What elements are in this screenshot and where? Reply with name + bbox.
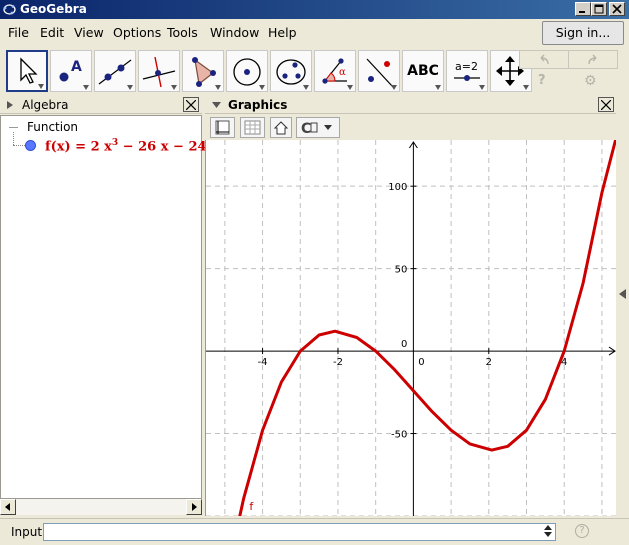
- move-tool-button[interactable]: [6, 50, 48, 92]
- grid-icon: [244, 120, 261, 135]
- y-tick-label: 100: [388, 182, 407, 193]
- conic-tool-button[interactable]: [270, 50, 312, 92]
- close-algebra-button[interactable]: [183, 97, 199, 112]
- tree-collapse-icon[interactable]: [9, 127, 18, 128]
- slider-tool-button[interactable]: a=2: [446, 50, 488, 92]
- function-f-label: f: [249, 500, 254, 513]
- reflect-tool-button[interactable]: [358, 50, 400, 92]
- y-tick-label: 0: [401, 339, 407, 350]
- circle-tool-button[interactable]: [226, 50, 268, 92]
- svg-text:α: α: [339, 67, 346, 78]
- algebra-header: Algebra: [0, 96, 202, 114]
- algebra-view: Function f(x) = 2 x3 − 26 x − 24: [0, 115, 207, 499]
- svg-text:C: C: [301, 121, 311, 137]
- toggle-grid-button[interactable]: [240, 117, 265, 138]
- svg-text:a=2: a=2: [455, 60, 478, 73]
- x-tick-label: -2: [333, 357, 343, 368]
- input-help-icon[interactable]: ?: [575, 524, 589, 538]
- menu-window[interactable]: Window: [210, 25, 259, 40]
- y-tick-label: -50: [391, 430, 407, 441]
- point-capturing-dropdown[interactable]: C: [296, 117, 340, 138]
- point-capture-icon: C: [301, 121, 332, 137]
- algebra-horizontal-scrollbar[interactable]: [0, 499, 202, 516]
- close-graphics-button[interactable]: [598, 97, 614, 112]
- input-bar: Input: ?: [0, 518, 629, 545]
- menu-tools[interactable]: Tools: [167, 25, 198, 40]
- minimize-icon: [579, 11, 585, 13]
- svg-text:A: A: [71, 59, 82, 75]
- scroll-right-button[interactable]: [186, 499, 202, 515]
- text-tool-button[interactable]: ABC: [402, 50, 444, 92]
- maximize-icon: [594, 4, 604, 14]
- expand-arrow-icon[interactable]: [212, 102, 221, 108]
- angle-tool-button[interactable]: α: [314, 50, 356, 92]
- toolbar-help-icon[interactable]: ?: [538, 73, 546, 88]
- redo-button[interactable]: [568, 50, 618, 69]
- right-sidebar: [616, 96, 629, 516]
- undo-button[interactable]: [519, 50, 569, 69]
- x-tick-label: 2: [486, 357, 492, 368]
- point-tool-button[interactable]: A: [50, 50, 92, 92]
- close-icon: [186, 100, 196, 110]
- function-plot[interactable]: -4 -2 0 2 4100500-50f: [206, 134, 619, 545]
- close-window-button[interactable]: [609, 2, 625, 16]
- scroll-left-button[interactable]: [0, 499, 16, 515]
- x-tick-label: 0: [418, 357, 424, 368]
- y-tick-label: 50: [395, 265, 408, 276]
- geogebra-window: GeoGebra File Edit View Options Tools Wi…: [0, 0, 629, 545]
- geogebra-logo-icon: [3, 4, 16, 15]
- x-tick-label: -4: [258, 357, 268, 368]
- close-icon: [612, 4, 622, 14]
- menu-bar: File Edit View Options Tools Window Help: [0, 19, 629, 46]
- graphics-title: Graphics: [228, 98, 288, 112]
- toggle-axes-button[interactable]: [210, 117, 235, 138]
- collapse-arrow-icon[interactable]: [7, 101, 13, 109]
- polygon-tool-button[interactable]: [182, 50, 224, 92]
- line-tool-button[interactable]: [94, 50, 136, 92]
- text-tool-icon: ABC: [407, 63, 439, 79]
- menu-edit[interactable]: Edit: [40, 25, 64, 40]
- function-f-curve: [231, 134, 619, 545]
- redo-icon: [588, 54, 597, 65]
- graphics-view[interactable]: -4 -2 0 2 4 100 50 0 -50 f: [205, 134, 619, 545]
- window-title: GeoGebra: [20, 2, 87, 16]
- menu-view[interactable]: View: [74, 25, 104, 40]
- undo-icon: [540, 54, 549, 65]
- menu-help[interactable]: Help: [268, 25, 297, 40]
- input-field[interactable]: [43, 523, 556, 541]
- sign-in-button[interactable]: Sign in...: [542, 21, 624, 45]
- title-bar: GeoGebra: [0, 0, 629, 19]
- perpendicular-line-tool-button[interactable]: [138, 50, 180, 92]
- standard-view-button[interactable]: [270, 117, 292, 138]
- menu-file[interactable]: File: [8, 25, 29, 40]
- home-icon: [273, 121, 289, 135]
- algebra-title: Algebra: [22, 98, 69, 112]
- minimize-button[interactable]: [575, 2, 591, 16]
- category-function: Function: [27, 120, 79, 134]
- function-f-entry[interactable]: f(x) = 2 x3 − 26 x − 24: [45, 138, 207, 154]
- expand-left-icon[interactable]: [619, 289, 626, 299]
- toolbar: A α ABC a=2: [0, 48, 540, 96]
- arrow-left-icon: [5, 503, 10, 511]
- visibility-toggle-icon[interactable]: [25, 140, 36, 151]
- maximize-button[interactable]: [591, 2, 607, 16]
- settings-gear-icon[interactable]: ⚙: [584, 73, 597, 89]
- close-icon: [601, 100, 611, 110]
- graphics-header: Graphics: [205, 96, 616, 114]
- arrow-right-icon: [192, 503, 197, 511]
- input-label: Input:: [11, 525, 47, 539]
- axes-icon: [215, 120, 230, 135]
- menu-options[interactable]: Options: [113, 25, 161, 40]
- input-history-icon[interactable]: [543, 525, 553, 537]
